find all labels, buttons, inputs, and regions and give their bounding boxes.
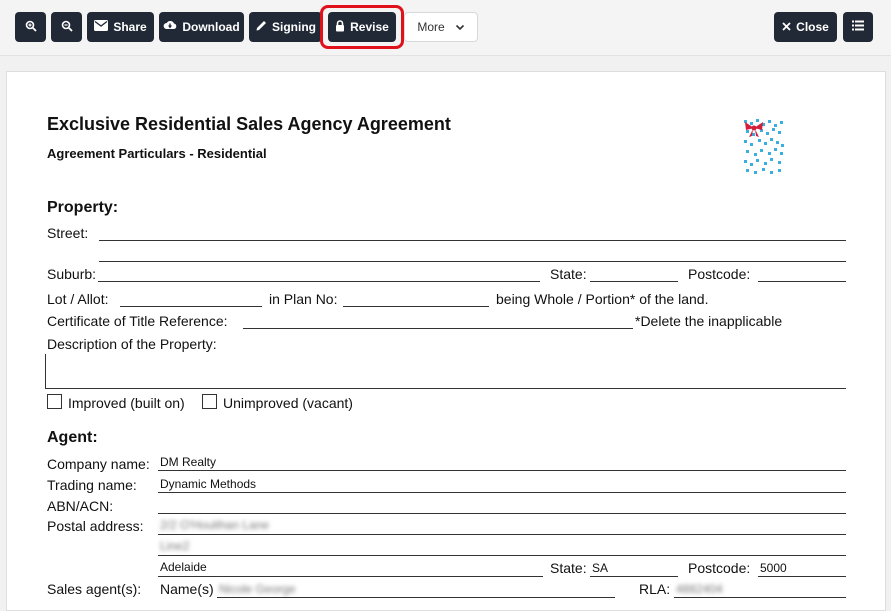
postal-city-field[interactable] (158, 576, 543, 577)
more-dropdown-button[interactable]: More (404, 12, 478, 42)
names-value: Nicole George (219, 582, 296, 596)
download-label: Download (182, 20, 240, 34)
plan-label: in Plan No: (269, 291, 338, 307)
ct-label: Certificate of Title Reference: (47, 313, 228, 329)
delete-note: *Delete the inapplicable (635, 313, 783, 329)
ct-field[interactable] (243, 328, 633, 329)
agent-postcode-label: Postcode: (688, 560, 751, 576)
postal-city-value: Adelaide (160, 560, 207, 574)
zoom-out-icon (61, 20, 73, 35)
download-button[interactable]: Download (159, 12, 244, 42)
agent-state-value: SA (592, 561, 609, 575)
suburb-label: Suburb: (47, 266, 97, 282)
menu-list-button[interactable] (843, 12, 873, 42)
suburb-field[interactable] (98, 281, 540, 282)
zoom-out-button[interactable] (51, 12, 82, 42)
names-label: Name(s) (160, 581, 214, 597)
whole-portion-label: being Whole / Portion* of the land. (496, 291, 709, 307)
postal-line2-field[interactable] (158, 555, 846, 556)
description-field[interactable] (45, 354, 846, 389)
envelope-icon (94, 20, 109, 34)
cloud-download-icon (163, 20, 177, 34)
unimproved-checkbox[interactable] (202, 394, 217, 409)
abn-label: ABN/ACN: (47, 498, 114, 514)
trading-name-field[interactable] (158, 492, 846, 493)
improved-checkbox[interactable] (47, 394, 62, 409)
document-page: Exclusive Residential Sales Agency Agree… (6, 71, 886, 611)
street-field-line2[interactable] (99, 261, 846, 262)
signing-label: Signing (272, 20, 316, 34)
postal-address-label: Postal address: (47, 518, 144, 534)
property-postcode-label: Postcode: (688, 266, 751, 282)
close-label: Close (796, 20, 829, 34)
more-label: More (417, 20, 445, 34)
names-field[interactable] (217, 597, 615, 598)
agent-postcode-field[interactable] (758, 576, 846, 577)
pen-icon (255, 20, 267, 35)
postal-line1-value: 2/2 O'Houlihan Lane (160, 518, 270, 532)
postal-line2-value: Line2 (160, 539, 190, 553)
rla-label: RLA: (639, 581, 671, 597)
close-icon (782, 20, 791, 34)
close-button[interactable]: Close (774, 12, 837, 42)
street-field[interactable] (99, 240, 846, 241)
sales-agents-label: Sales agent(s): (47, 581, 142, 597)
property-state-label: State: (550, 266, 587, 282)
improved-label: Improved (built on) (68, 395, 185, 411)
zoom-in-button[interactable] (15, 12, 46, 42)
description-label: Description of the Property: (47, 336, 217, 352)
agent-heading: Agent: (47, 429, 98, 446)
agent-state-label: State: (550, 560, 587, 576)
revise-highlight-box (320, 5, 404, 49)
trading-name-label: Trading name: (47, 477, 137, 493)
chevron-down-icon (455, 20, 465, 34)
abn-field[interactable] (158, 513, 846, 514)
agent-postcode-value: 5000 (760, 561, 787, 575)
agent-state-field[interactable] (590, 576, 678, 577)
unimproved-label: Unimproved (vacant) (223, 395, 353, 411)
plan-field[interactable] (343, 306, 489, 307)
company-logo-icon (740, 116, 786, 176)
share-button[interactable]: Share (87, 12, 154, 42)
doc-subtitle: Agreement Particulars - Residential (47, 146, 267, 161)
property-heading: Property: (47, 199, 119, 216)
toolbar: Share Download Signing Revise More Close (0, 0, 891, 56)
company-name-value: DM Realty (160, 455, 217, 469)
share-label: Share (113, 20, 147, 34)
signing-button[interactable]: Signing (249, 12, 322, 42)
company-name-label: Company name: (47, 456, 150, 472)
rla-value: 4882404 (676, 582, 723, 596)
trading-name-value: Dynamic Methods (160, 477, 257, 491)
list-icon (852, 20, 864, 34)
street-label: Street: (47, 225, 89, 241)
rla-field[interactable] (674, 597, 846, 598)
doc-title: Exclusive Residential Sales Agency Agree… (47, 114, 451, 134)
postal-line1-field[interactable] (158, 534, 846, 535)
zoom-in-icon (25, 20, 37, 35)
lot-label: Lot / Allot: (47, 291, 109, 307)
property-postcode-field[interactable] (758, 281, 846, 282)
company-name-field[interactable] (158, 470, 846, 471)
property-state-field[interactable] (590, 281, 678, 282)
lot-field[interactable] (120, 306, 262, 307)
